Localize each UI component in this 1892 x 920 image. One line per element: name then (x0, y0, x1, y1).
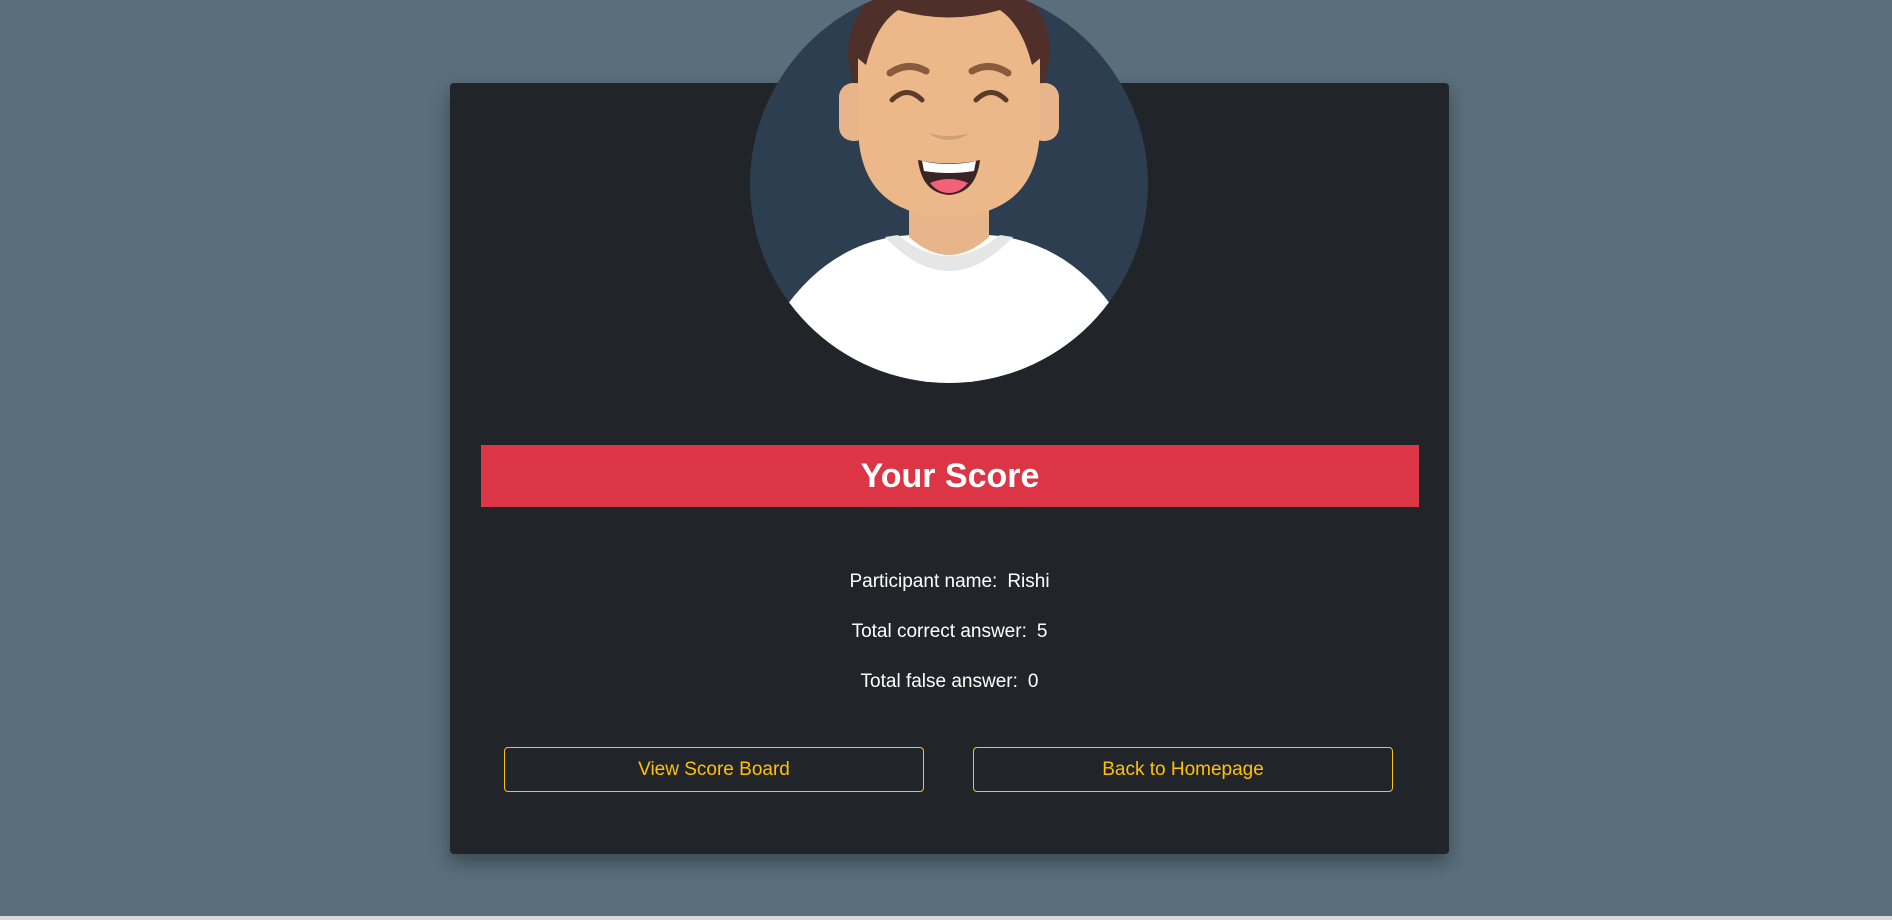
participant-name-value: Rishi (1007, 571, 1050, 592)
smiling-man-avatar-icon (750, 0, 1148, 383)
score-title-banner: Your Score (481, 445, 1419, 507)
correct-answer-label: Total correct answer: (851, 621, 1027, 642)
view-score-board-button[interactable]: View Score Board (504, 747, 924, 792)
page: Your Score Participant name: Rishi Total … (0, 0, 1892, 920)
participant-name-row: Participant name: Rishi (450, 571, 1449, 593)
false-answer-value: 0 (1027, 671, 1039, 692)
correct-answer-value: 5 (1036, 621, 1048, 642)
bottom-edge-strip (0, 916, 1892, 920)
false-answer-row: Total false answer: 0 (450, 671, 1449, 693)
back-to-homepage-button[interactable]: Back to Homepage (973, 747, 1393, 792)
correct-answer-row: Total correct answer: 5 (450, 621, 1449, 643)
false-answer-label: Total false answer: (860, 671, 1018, 692)
participant-name-label: Participant name: (849, 571, 998, 592)
